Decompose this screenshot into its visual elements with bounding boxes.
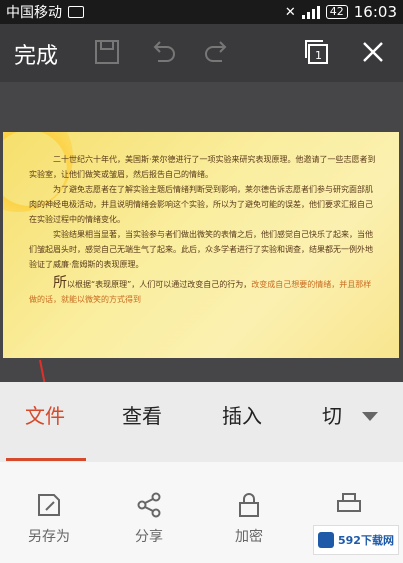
share-label: 分享: [135, 529, 163, 545]
watermark-text: 592下载网: [338, 534, 394, 547]
tab-switch[interactable]: 切: [322, 400, 342, 429]
lock-icon: [239, 493, 259, 517]
tab-insert[interactable]: 插入: [222, 400, 262, 429]
chevron-down-icon[interactable]: [360, 410, 380, 424]
share-icon: [137, 492, 161, 518]
ribbon-tabs: 文件 查看 插入 切: [0, 382, 403, 462]
tab-file[interactable]: 文件: [25, 400, 65, 429]
watermark-logo-icon: [318, 532, 334, 548]
tab-view[interactable]: 查看: [122, 400, 162, 429]
print-button[interactable]: [314, 490, 384, 526]
active-tab-indicator: [6, 458, 86, 461]
print-icon: [337, 493, 361, 512]
share-button[interactable]: 分享: [114, 490, 184, 546]
encrypt-label: 加密: [235, 529, 263, 545]
site-watermark: 592下载网: [313, 525, 399, 555]
encrypt-button[interactable]: 加密: [214, 490, 284, 546]
save-as-button[interactable]: 另存为: [14, 490, 84, 546]
file-actions: 另存为 分享 加密 592下载网: [0, 462, 403, 563]
save-as-label: 另存为: [28, 529, 70, 545]
save-as-icon: [38, 494, 60, 516]
